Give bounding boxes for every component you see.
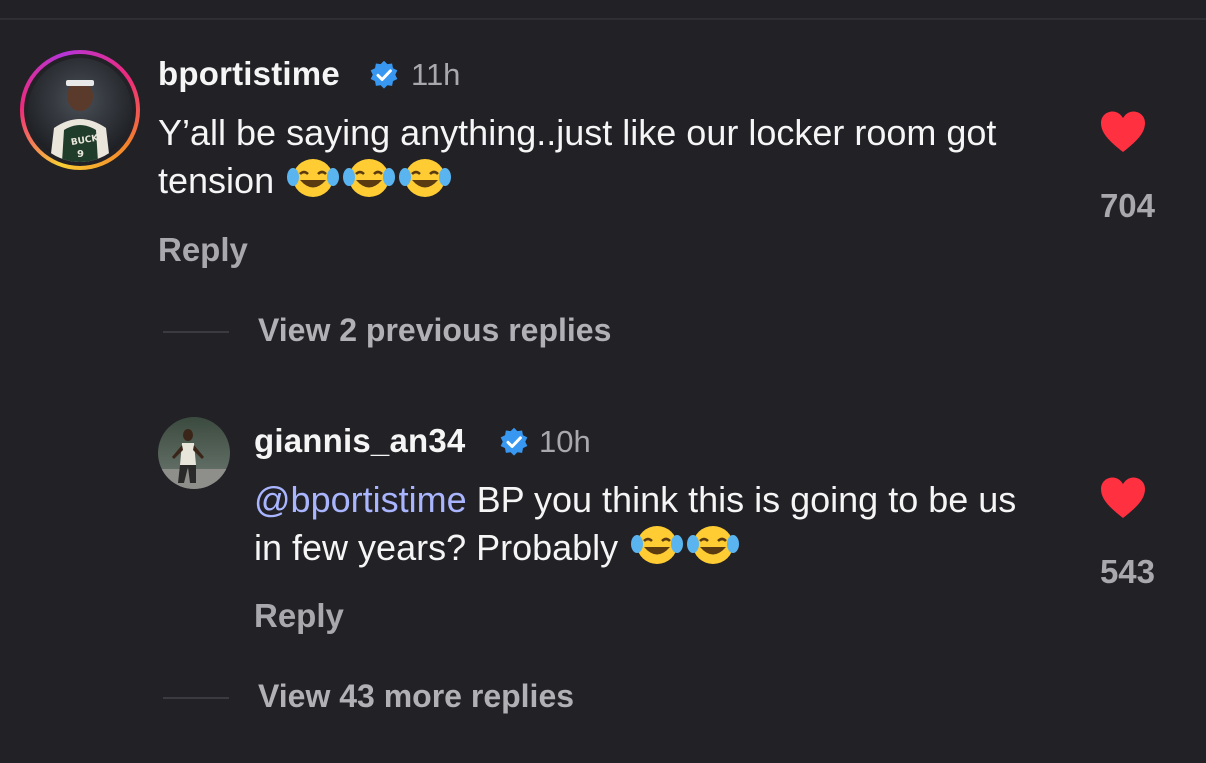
timestamp: 10h xyxy=(539,424,591,459)
player-avatar-icon: BUCKS 9 xyxy=(28,58,132,162)
laughing-emoji-icon xyxy=(286,157,340,211)
thread-line xyxy=(163,697,229,699)
player-avatar-icon xyxy=(158,417,230,489)
avatar[interactable] xyxy=(158,417,230,489)
heart-icon[interactable] xyxy=(1099,110,1147,154)
laughing-emoji-icon xyxy=(686,524,740,578)
laughing-emoji-icon xyxy=(630,524,684,578)
comment-text: Y’all be saying anything..just like our … xyxy=(158,109,1038,211)
like-count: 543 xyxy=(1099,553,1155,590)
like-count: 704 xyxy=(1099,187,1155,224)
laughing-emoji-icon xyxy=(342,157,396,211)
reply-button[interactable]: Reply xyxy=(158,231,248,269)
mention-link[interactable]: @bportistime xyxy=(254,479,467,520)
comment-body: Y’all be saying anything..just like our … xyxy=(158,112,997,201)
comment-text: @bportistime BP you think this is going … xyxy=(254,476,1034,578)
top-divider xyxy=(0,18,1206,20)
verified-badge-icon xyxy=(370,60,398,89)
reply-button[interactable]: Reply xyxy=(254,597,344,635)
view-previous-replies-button[interactable]: View 2 previous replies xyxy=(258,312,611,349)
timestamp: 11h xyxy=(411,57,461,92)
svg-text:9: 9 xyxy=(77,149,84,160)
avatar[interactable]: BUCKS 9 xyxy=(28,58,132,162)
laughing-emoji-icon xyxy=(398,157,452,211)
view-more-replies-button[interactable]: View 43 more replies xyxy=(258,678,574,715)
thread-line xyxy=(163,331,229,333)
username[interactable]: giannis_an34 xyxy=(254,422,466,460)
username[interactable]: bportistime xyxy=(158,55,340,93)
verified-badge-icon xyxy=(500,427,528,456)
heart-icon[interactable] xyxy=(1099,476,1147,520)
